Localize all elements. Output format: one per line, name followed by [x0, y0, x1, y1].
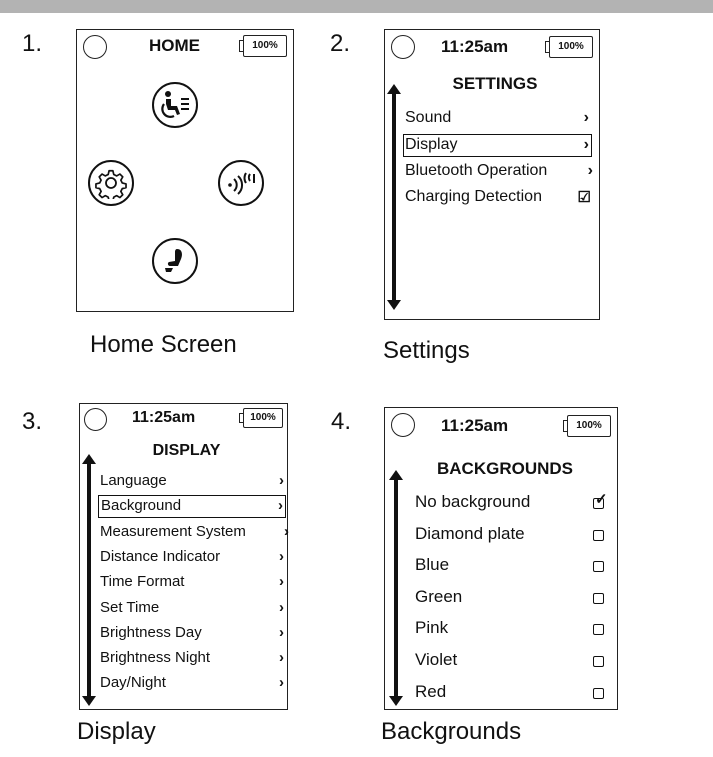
status-title: 11:25am: [132, 409, 196, 426]
status-bar: 11:25am 100%: [385, 30, 599, 64]
settings-screen: 11:25am 100% SETTINGS Sound › Display › …: [384, 29, 600, 320]
status-bar: 11:25am 100%: [385, 408, 617, 442]
scroll-indicator[interactable]: [81, 454, 97, 706]
panel-2-number: 2.: [330, 30, 351, 57]
chevron-right-icon: ›: [583, 109, 589, 126]
power-button-icon[interactable]: [391, 35, 415, 59]
battery-indicator: 100%: [239, 35, 287, 57]
scroll-down-arrow-icon: [82, 696, 96, 706]
scroll-down-arrow-icon: [389, 696, 403, 706]
checkbox-icon[interactable]: [593, 561, 604, 573]
home-screen: HOME 100%: [76, 29, 294, 312]
checkbox-icon[interactable]: [593, 656, 604, 667]
chevron-right-icon: ›: [279, 623, 284, 641]
top-divider-bar: [0, 0, 713, 13]
background-option[interactable]: Green: [415, 587, 605, 611]
scroll-indicator[interactable]: [388, 470, 404, 706]
wheelchair-drive-icon: [161, 91, 189, 118]
seating-button[interactable]: [152, 238, 198, 284]
screen-heading: BACKGROUNDS: [437, 459, 573, 478]
status-title: HOME: [149, 36, 200, 55]
screen-heading: SETTINGS: [452, 74, 538, 93]
drive-mode-button[interactable]: [152, 82, 198, 128]
background-option[interactable]: Pink: [415, 618, 605, 642]
backgrounds-screen: 11:25am 100% BACKGROUNDS No background ✓ D…: [384, 407, 618, 710]
connectivity-button[interactable]: [218, 160, 264, 206]
checkbox-icon[interactable]: [593, 529, 604, 541]
panel-4-caption: Backgrounds: [381, 718, 522, 745]
menu-item[interactable]: Brightness Night ›: [98, 649, 286, 670]
checkbox-icon[interactable]: [593, 687, 604, 699]
seating-icon: [165, 249, 182, 272]
display-screen: 11:25am 100% DISPLAY Language › Background…: [79, 403, 289, 710]
background-option[interactable]: Violet: [415, 650, 605, 674]
panel-3-caption: Display: [77, 718, 156, 745]
chevron-right-icon: ›: [279, 547, 284, 565]
menu-item[interactable]: Language ›: [98, 472, 286, 493]
menu-item[interactable]: Distance Indicator ›: [98, 548, 286, 569]
background-option[interactable]: Diamond plate: [415, 524, 605, 548]
menu-item[interactable]: Brightness Day ›: [98, 624, 286, 645]
panel-3-number: 3.: [22, 408, 43, 435]
chevron-right-icon: ›: [279, 598, 284, 616]
background-option[interactable]: No background ✓: [415, 491, 608, 516]
battery-indicator: 100%: [563, 415, 611, 437]
status-title: 11:25am: [441, 416, 509, 435]
screen-heading: DISPLAY: [152, 442, 221, 459]
menu-item[interactable]: Time Format ›: [98, 573, 286, 594]
chevron-right-icon: ›: [583, 136, 589, 153]
panel-1-number: 1.: [22, 30, 43, 57]
check-mark-icon: ✓: [595, 491, 608, 508]
scroll-indicator[interactable]: [386, 84, 402, 310]
menu-item-charging-detection[interactable]: Charging Detection ☑: [405, 188, 591, 210]
wireless-connectivity-icon: [228, 172, 255, 195]
chevron-right-icon: ›: [279, 674, 284, 692]
battery-indicator: 100%: [239, 408, 283, 428]
menu-item-sound[interactable]: Sound ›: [405, 109, 591, 131]
chevron-right-icon: ›: [279, 573, 284, 591]
menu-item[interactable]: Set Time ›: [98, 599, 286, 620]
checkbox-icon[interactable]: [593, 624, 604, 636]
menu-item[interactable]: Background ›: [98, 495, 286, 519]
settings-button[interactable]: [88, 160, 134, 206]
panel-1-caption: Home Screen: [90, 331, 237, 358]
settings-gear-icon: [95, 169, 127, 199]
status-title: 11:25am: [441, 37, 509, 56]
scroll-down-arrow-icon: [387, 300, 401, 310]
checked-checkbox-icon: ☑: [577, 189, 591, 206]
background-option[interactable]: Red: [415, 682, 605, 706]
power-button-icon[interactable]: [391, 413, 415, 437]
chevron-right-icon: ›: [284, 522, 289, 540]
panel-4-number: 4.: [331, 408, 352, 435]
power-button-icon[interactable]: [84, 408, 107, 431]
chevron-right-icon: ›: [279, 649, 284, 667]
panel-2-caption: Settings: [383, 337, 470, 364]
background-option[interactable]: Blue: [415, 555, 605, 579]
power-button-icon[interactable]: [83, 35, 107, 59]
status-bar: HOME 100%: [77, 30, 293, 64]
menu-item-bluetooth-operation[interactable]: Bluetooth Operation ›: [405, 162, 593, 184]
status-bar: 11:25am 100%: [80, 404, 287, 438]
menu-item[interactable]: Day/Night ›: [98, 674, 286, 695]
battery-indicator: 100%: [545, 36, 593, 58]
chevron-right-icon: ›: [279, 472, 284, 489]
chevron-right-icon: ›: [278, 497, 283, 515]
chevron-right-icon: ›: [587, 162, 593, 179]
menu-item-display[interactable]: Display ›: [403, 134, 592, 157]
checkbox-icon[interactable]: [593, 592, 604, 604]
menu-item[interactable]: Measurement System ›: [98, 522, 289, 544]
